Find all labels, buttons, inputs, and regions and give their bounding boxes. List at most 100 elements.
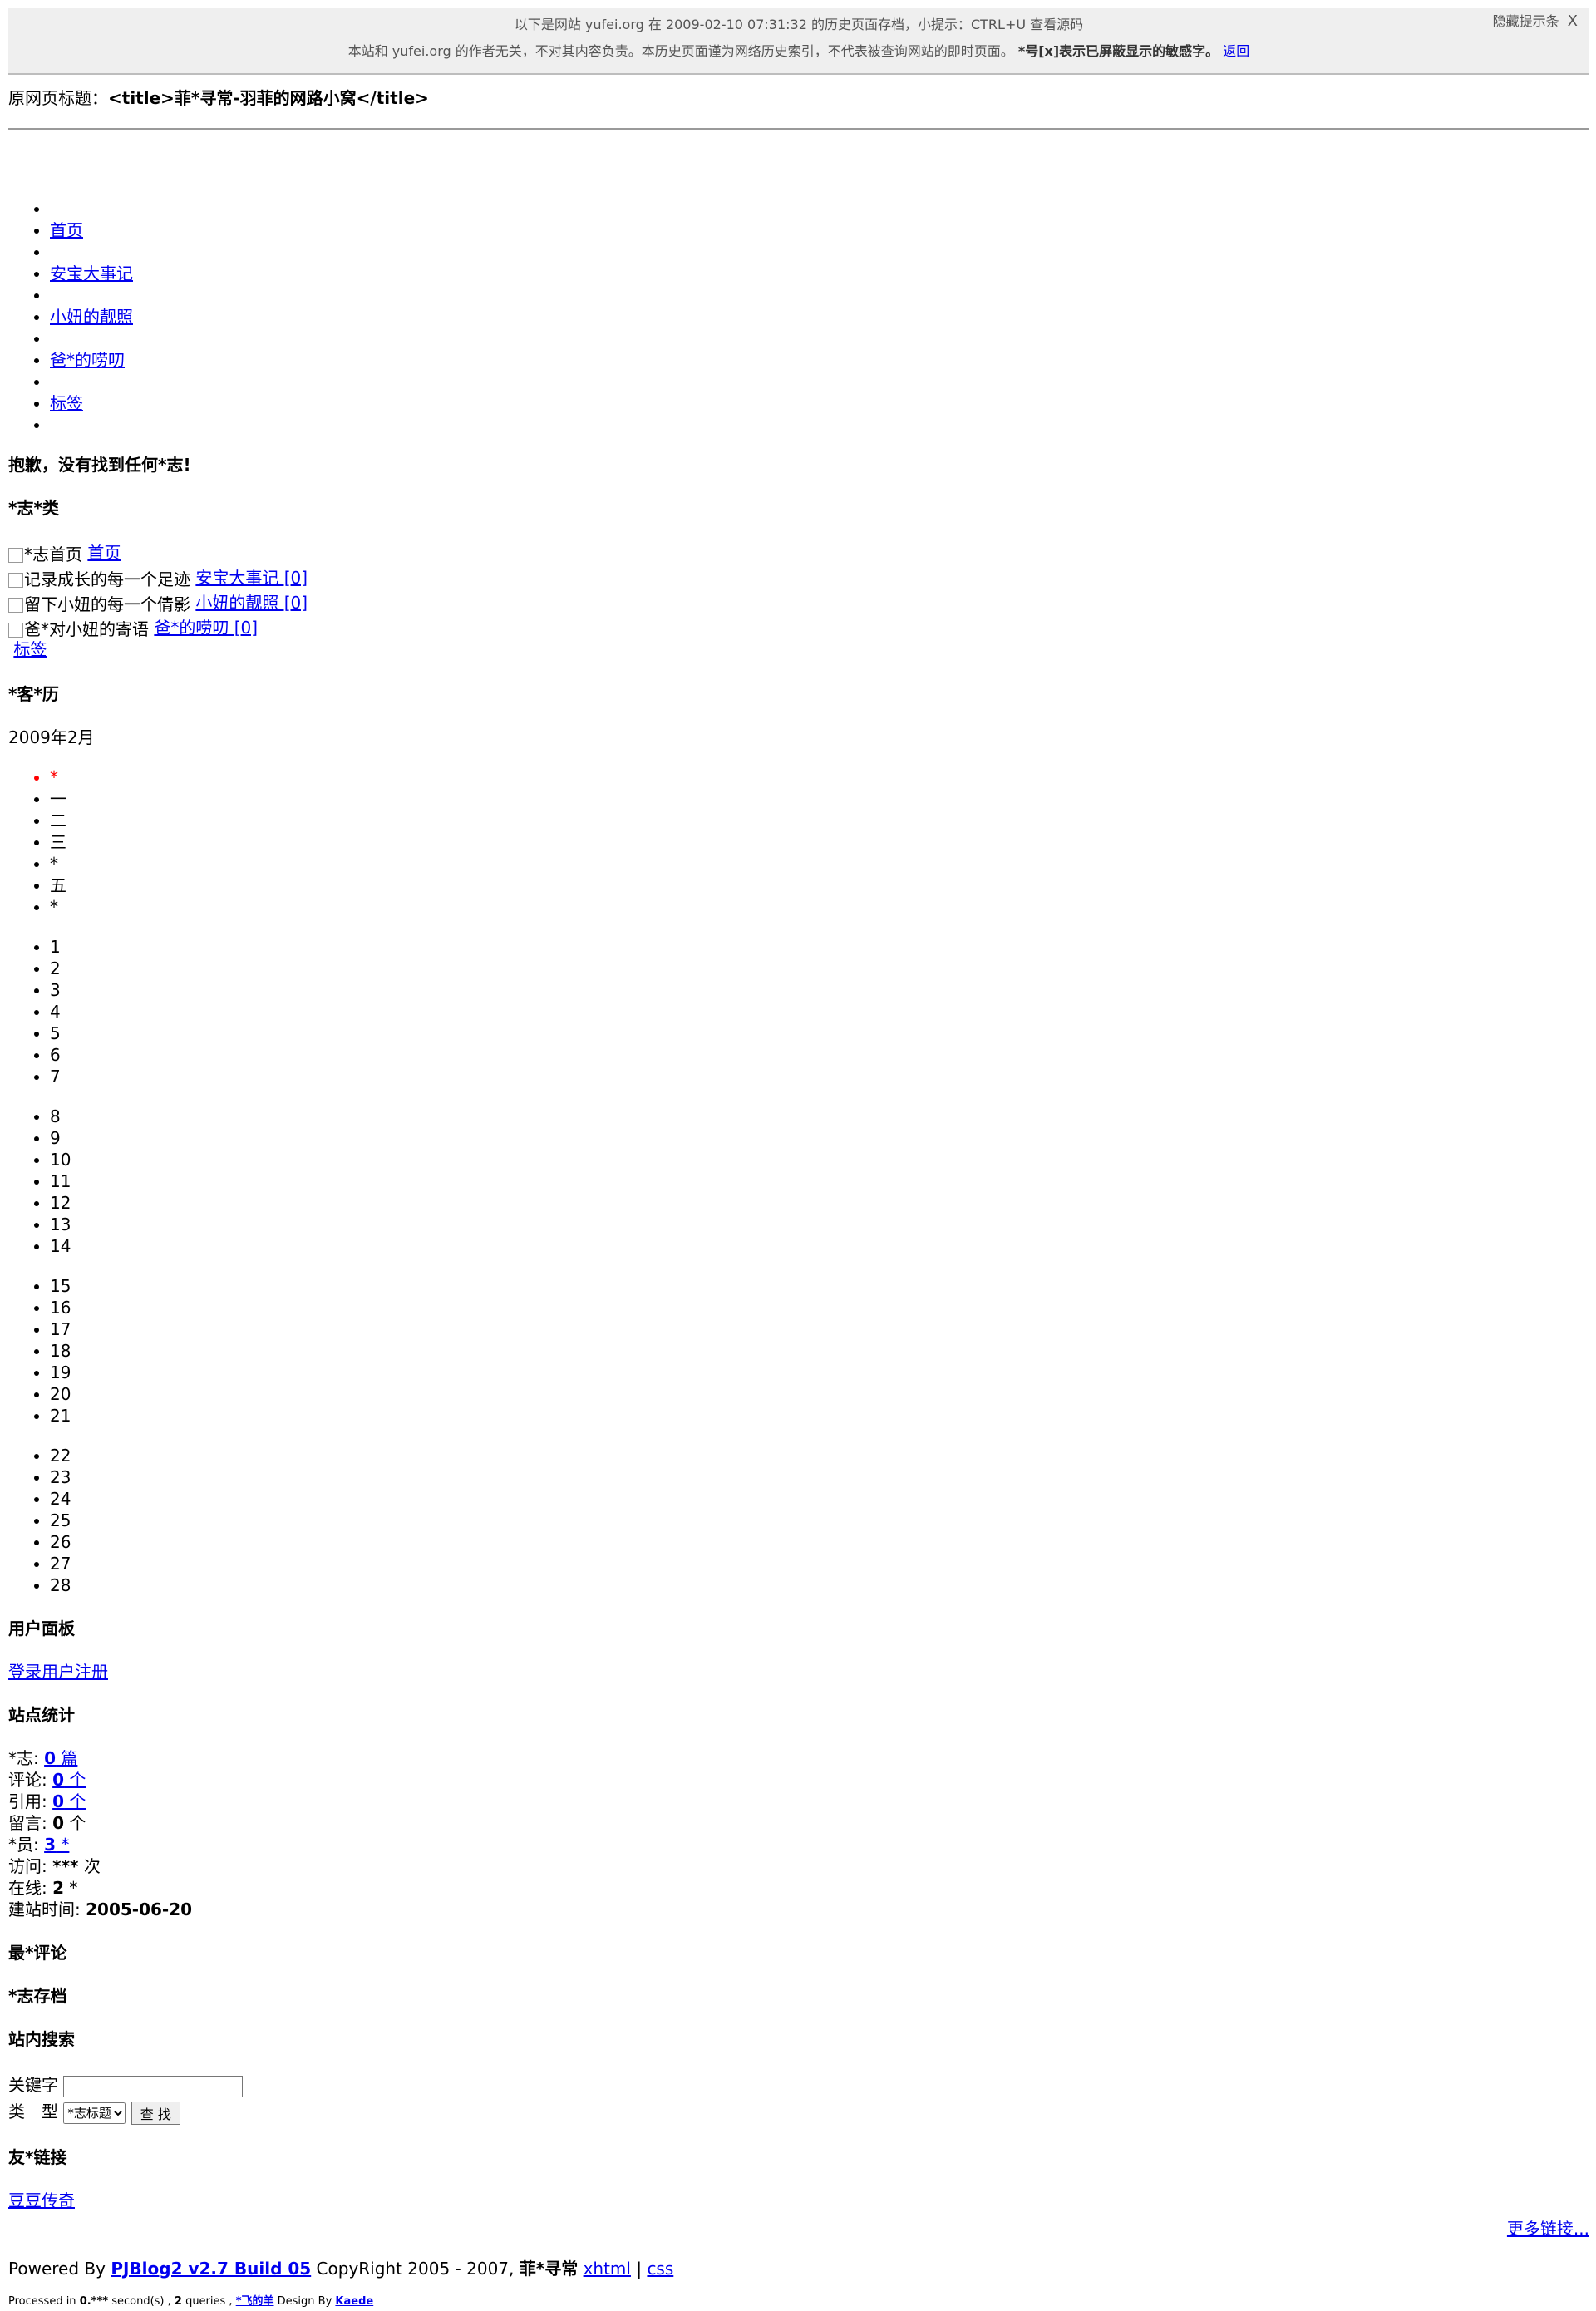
calendar-day: 16 — [50, 1297, 1589, 1318]
nav-link-home[interactable]: 首页 — [50, 220, 83, 240]
categories-heading: *志*类 — [8, 498, 59, 518]
calendar-heading: *客*历 — [8, 684, 59, 704]
calendar-week-4: 22 23 24 25 26 27 28 — [8, 1445, 1589, 1596]
search-button[interactable]: 查 找 — [131, 2101, 180, 2125]
calendar-day: 17 — [50, 1318, 1589, 1340]
search-heading: 站内搜索 — [8, 2029, 75, 2049]
archive-notice: 以下是网站 yufei.org 在 2009-02-10 07:31:32 的历… — [8, 8, 1589, 75]
category-link-notes[interactable]: 爸*的唠叨 [0] — [154, 618, 258, 638]
nav-item-tags: 标签 — [50, 392, 1589, 414]
nav-spacer — [50, 284, 1589, 306]
stat-members-link[interactable]: 3 * — [44, 1835, 69, 1855]
css-link[interactable]: css — [647, 2259, 673, 2279]
links-heading: 友*链接 — [8, 2147, 67, 2167]
calendar-day: 3 — [50, 979, 1589, 1001]
pjblog-link[interactable]: PJBlog2 v2.7 Build 05 — [111, 2259, 311, 2279]
category-link-events[interactable]: 安宝大事记 [0] — [195, 568, 308, 588]
user-panel-heading: 用户面板 — [8, 1619, 75, 1638]
designer-link[interactable]: *飞的羊 — [236, 2295, 274, 2308]
stat-logs-link[interactable]: 0 篇 — [44, 1748, 77, 1768]
calendar-day: 23 — [50, 1466, 1589, 1488]
nav-link-tags[interactable]: 标签 — [50, 393, 83, 413]
category-item: 记录成长的每一个足迹 安宝大事记 [0] — [8, 565, 1589, 590]
site-name: 菲*寻常 — [519, 2259, 579, 2279]
nav-link-notes[interactable]: 爸*的唠叨 — [50, 350, 125, 370]
footer-processed: Processed in 0.*** second(s) , 2 queries… — [8, 2295, 374, 2308]
search-input[interactable] — [63, 2075, 244, 2097]
calendar-day: 24 — [50, 1488, 1589, 1510]
nav-link-photos[interactable]: 小妞的靓照 — [50, 307, 133, 327]
register-link[interactable]: 用户注册 — [42, 1662, 108, 1682]
nav-item-notes: 爸*的唠叨 — [50, 349, 1589, 371]
login-link[interactable]: 登录 — [8, 1662, 42, 1682]
calendar-day: 15 — [50, 1275, 1589, 1297]
original-title-value: <title>菲*寻常-羽菲的网路小窝</title> — [108, 88, 429, 108]
category-link-photos[interactable]: 小妞的靓照 [0] — [195, 593, 308, 613]
weekday: 三 — [50, 831, 1589, 853]
calendar-day: 8 — [50, 1106, 1589, 1127]
calendar-day: 28 — [50, 1574, 1589, 1596]
friend-links: 豆豆传奇 — [8, 2190, 1589, 2211]
stat-messages: 留言: 0 个 — [8, 1813, 86, 1833]
type-label: 类 型 — [8, 2102, 58, 2121]
calendar-day: 18 — [50, 1340, 1589, 1362]
category-link-tags[interactable]: 标签 — [13, 639, 47, 659]
calendar-day: 27 — [50, 1553, 1589, 1574]
weekday: 一 — [50, 788, 1589, 810]
weekday: * — [50, 853, 1589, 875]
category-item: 爸*对小妞的寄语 爸*的唠叨 [0] — [8, 615, 1589, 640]
stat-comments-link[interactable]: 0 个 — [52, 1770, 86, 1790]
broken-image-icon: *志首页 — [8, 542, 82, 567]
calendar-day: 13 — [50, 1214, 1589, 1235]
stat-comments: 评论: 0 个 — [8, 1770, 86, 1790]
nav-item-photos: 小妞的靓照 — [50, 306, 1589, 328]
calendar-day: 1 — [50, 936, 1589, 958]
calendar-day: 22 — [50, 1445, 1589, 1466]
hide-notice-label: 隐藏提示条 — [1492, 13, 1559, 29]
calendar-day: 25 — [50, 1510, 1589, 1531]
calendar-day: 11 — [50, 1170, 1589, 1192]
weekday: * — [50, 896, 1589, 918]
calendar-day: 6 — [50, 1044, 1589, 1066]
weekday: 二 — [50, 810, 1589, 831]
notice-line-1: 以下是网站 yufei.org 在 2009-02-10 07:31:32 的历… — [514, 17, 1084, 32]
calendar-day: 9 — [50, 1127, 1589, 1149]
search-type-row: 类 型 *志标题 查 找 — [8, 2098, 1589, 2125]
back-link[interactable]: 返回 — [1223, 43, 1249, 59]
nav-link-events[interactable]: 安宝大事记 — [50, 264, 133, 283]
nav-item-events: 安宝大事记 — [50, 263, 1589, 284]
xhtml-link[interactable]: xhtml — [584, 2259, 631, 2279]
stat-references: 引用: 0 个 — [8, 1791, 86, 1811]
calendar-weekdays: * 一 二 三 * 五 * — [8, 766, 1589, 918]
calendar-day: 7 — [50, 1066, 1589, 1087]
nav-spacer — [50, 414, 1589, 436]
calendar-day: 12 — [50, 1192, 1589, 1214]
stat-members: *员: 3 * — [8, 1835, 70, 1855]
calendar-week-3: 15 16 17 18 19 20 21 — [8, 1275, 1589, 1427]
weekday: 五 — [50, 875, 1589, 896]
kaede-link[interactable]: Kaede — [335, 2295, 373, 2308]
search-type-select[interactable]: *志标题 — [63, 2102, 126, 2124]
stat-visits: 访问: *** 次 — [8, 1856, 101, 1876]
friend-link[interactable]: 豆豆传奇 — [8, 2190, 75, 2210]
keyword-label: 关键字 — [8, 2075, 58, 2095]
calendar-day: 2 — [50, 958, 1589, 979]
not-found-message: 抱歉，没有找到任何*志! — [8, 455, 191, 475]
original-title: 原网页标题：<title>菲*寻常-羽菲的网路小窝</title> — [8, 81, 1589, 115]
nav-spacer — [50, 198, 1589, 219]
stat-logs: *志: 0 篇 — [8, 1748, 78, 1768]
stat-online: 在线: 2 * — [8, 1878, 78, 1898]
stat-references-link[interactable]: 0 个 — [52, 1791, 86, 1811]
nav-spacer — [50, 328, 1589, 349]
search-form: 关键字 类 型 *志标题 查 找 — [8, 2072, 1589, 2125]
broken-image-icon: 留下小妞的每一个倩影 — [8, 592, 190, 617]
stats-heading: 站点统计 — [8, 1705, 75, 1725]
close-icon[interactable]: X — [1568, 12, 1578, 30]
category-link-home[interactable]: 首页 — [87, 543, 121, 563]
archive-heading: *志存档 — [8, 1986, 67, 2006]
calendar-day: 4 — [50, 1001, 1589, 1022]
more-links-link[interactable]: 更多链接... — [1507, 2219, 1589, 2239]
footer-powered: Powered By PJBlog2 v2.7 Build 05 CopyRig… — [8, 2259, 674, 2279]
hide-notice-button[interactable]: 隐藏提示条 X — [1493, 8, 1578, 35]
calendar-day: 21 — [50, 1405, 1589, 1427]
